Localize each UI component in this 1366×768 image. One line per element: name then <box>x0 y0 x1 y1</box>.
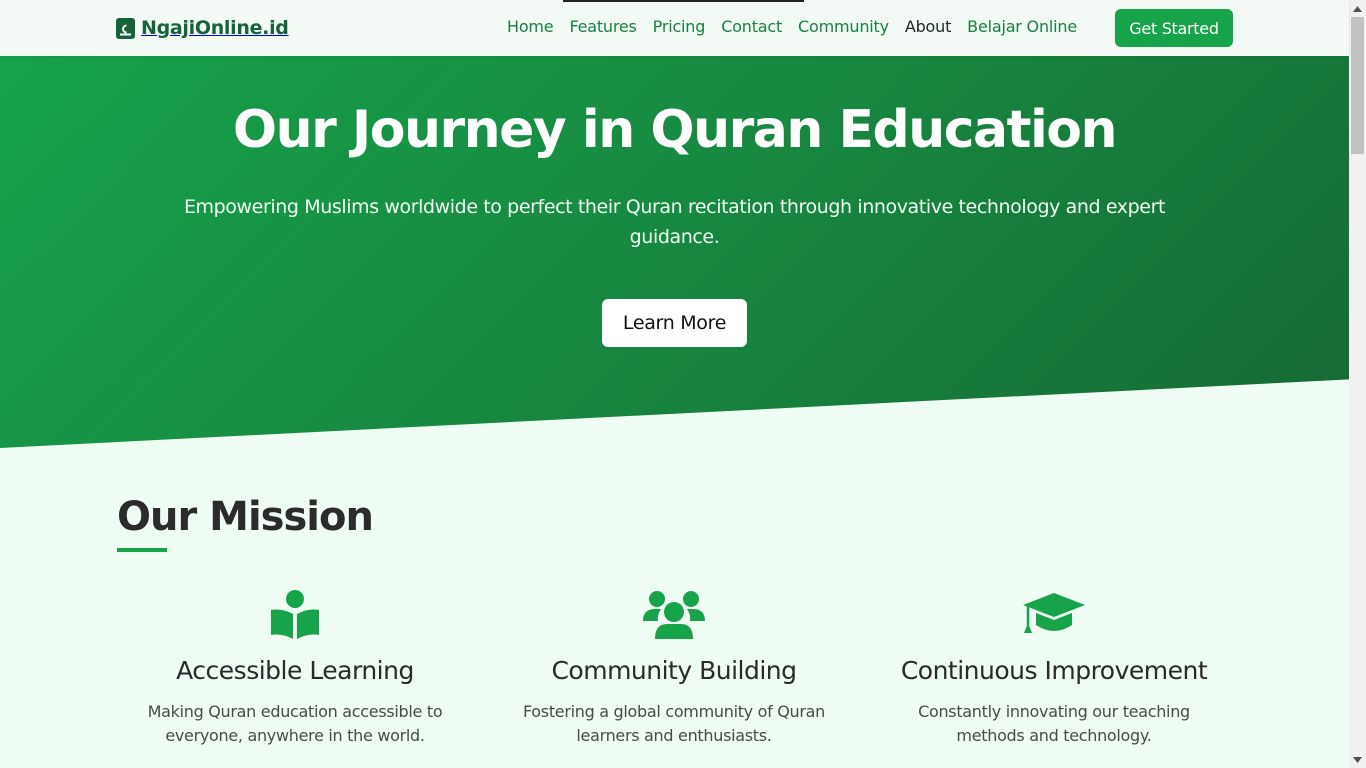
nav-home[interactable]: Home <box>507 17 554 36</box>
nav-contact[interactable]: Contact <box>721 17 782 36</box>
nav-community[interactable]: Community <box>798 17 889 36</box>
scroll-down-arrow-icon[interactable] <box>1349 751 1366 768</box>
quran-logo-icon <box>116 17 135 39</box>
mission-card-title: Accessible Learning <box>176 656 414 685</box>
mission-card-text: Fostering a global community of Quran le… <box>522 702 826 745</box>
mission-card-title: Continuous Improvement <box>900 656 1208 685</box>
site-header: NgajiOnline.id Home Features Pricing Con… <box>0 0 1349 56</box>
users-icon <box>484 588 864 640</box>
learn-more-button[interactable]: Learn More <box>602 299 747 347</box>
mission-title-underline <box>117 548 167 552</box>
loading-indicator <box>563 0 804 2</box>
mission-card-accessible: Accessible Learning Making Quran educati… <box>105 588 485 748</box>
brand-logo-link[interactable]: NgajiOnline.id <box>116 16 289 40</box>
nav-pricing[interactable]: Pricing <box>653 17 706 36</box>
mission-card-community: Community Building Fostering a global co… <box>484 588 864 748</box>
mission-card-text: Constantly innovating our teaching metho… <box>918 702 1190 745</box>
nav-belajar-online[interactable]: Belajar Online <box>967 17 1077 36</box>
hero-section: Our Journey in Quran Education Empowerin… <box>0 56 1349 448</box>
page-scrollbar[interactable] <box>1349 0 1366 768</box>
get-started-button[interactable]: Get Started <box>1115 9 1233 47</box>
book-reader-icon <box>105 588 485 640</box>
hero-title: Our Journey in Quran Education <box>232 100 1118 160</box>
scrollbar-thumb[interactable] <box>1351 17 1364 154</box>
nav-features[interactable]: Features <box>569 17 636 36</box>
main-nav: Home Features Pricing Contact Community … <box>507 17 1093 36</box>
graduation-cap-icon <box>864 588 1244 640</box>
mission-title: Our Mission <box>117 494 374 540</box>
mission-card-improvement: Continuous Improvement Constantly innova… <box>864 588 1244 748</box>
scroll-up-arrow-icon[interactable] <box>1349 0 1366 17</box>
hero-subtitle: Empowering Muslims worldwide to perfect … <box>183 196 1166 248</box>
nav-about[interactable]: About <box>905 17 952 36</box>
mission-card-text: Making Quran education accessible to eve… <box>147 702 443 745</box>
mission-card-title: Community Building <box>551 656 797 685</box>
brand-name: NgajiOnline.id <box>141 17 289 39</box>
